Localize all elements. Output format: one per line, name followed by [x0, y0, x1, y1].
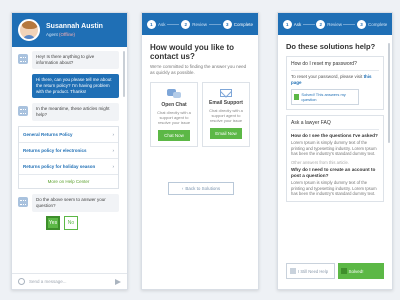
chat-now-button[interactable]: Chat Now — [158, 130, 190, 141]
message-input[interactable]: Send a message... — [29, 279, 111, 284]
progress-steps: 1 Ask 2 Review 3 Complete — [278, 13, 392, 35]
message-text: Do the above seem to answer your questio… — [32, 194, 119, 212]
faq-question[interactable]: How do I see the questions I've asked? — [291, 133, 379, 139]
article-link[interactable]: Returns policy for electronics › — [19, 143, 118, 159]
thumbs-down-icon — [290, 268, 296, 274]
progress-steps: 1 Ask 2 Review 3 Complete — [142, 13, 258, 35]
faq-question[interactable]: Why do I need to create an account to po… — [291, 167, 379, 179]
solution-question: How do I reset my password? — [291, 61, 379, 71]
faq-answer: Lorem Ipsum is simply dummy text of the … — [291, 140, 377, 156]
article-link[interactable]: General Returns Policy › — [19, 127, 118, 143]
step-review: 2 Review — [181, 19, 207, 29]
step-complete: 3 Complete — [222, 19, 253, 29]
solutions-body: Do these solutions help? How do I reset … — [278, 35, 392, 202]
step-ask: 1 Ask — [146, 19, 165, 29]
solutions-footer: I Still Need Help Solved! — [286, 263, 384, 279]
email-now-button[interactable]: Email Now — [210, 128, 242, 139]
bot-icon — [18, 197, 28, 207]
agent-name: Susannah Austin — [46, 23, 103, 30]
solution-answer: To reset your password, please visit thi… — [291, 74, 372, 85]
mail-icon — [220, 89, 232, 97]
step-connector — [302, 23, 315, 25]
chat-panel: Susannah Austin Agent (Offline) Hey! Is … — [11, 12, 128, 290]
step-ask: 1 Ask — [282, 19, 301, 29]
email-support-option: Email Support Chat directly with a suppo… — [202, 82, 250, 147]
user-message: Hi there, can you please tell me about t… — [32, 74, 119, 98]
emoji-icon[interactable] — [18, 278, 25, 285]
chevron-right-icon: › — [112, 164, 115, 169]
bot-icon — [18, 106, 28, 116]
article-links: General Returns Policy › Returns policy f… — [18, 126, 119, 189]
contact-panel: 1 Ask 2 Review 3 Complete How would you lik… — [141, 12, 259, 290]
contact-body: How would you like to contact us? We're … — [142, 35, 258, 155]
faq-other-answers: Other answers from this article. — [291, 159, 349, 165]
agent-status: (Offline) — [59, 32, 75, 37]
contact-options: Open Chat Chat directly with a support a… — [150, 82, 250, 147]
message-text: Hey! Is there anything to give informati… — [32, 51, 119, 69]
chevron-right-icon: › — [112, 132, 115, 137]
contact-title: How would you like to contact us? — [150, 43, 234, 61]
message-text: In the meantime, these articles might he… — [32, 103, 119, 121]
no-button[interactable]: No — [64, 216, 78, 230]
chat-scrollbar[interactable] — [123, 51, 125, 97]
solution-card: How do I reset my password? To reset you… — [286, 56, 384, 110]
still-need-help-button[interactable]: I Still Need Help — [286, 263, 335, 279]
answer-buttons: Yes No — [46, 216, 119, 230]
step-review: 2 Review — [316, 19, 342, 29]
avatar — [18, 19, 40, 41]
bot-icon — [18, 54, 28, 64]
faq-card: Ask a lawyer FAQ How do I see the questi… — [286, 115, 384, 202]
article-link[interactable]: Returns policy for holiday season › — [19, 159, 118, 175]
chat-body: Hey! Is there anything to give informati… — [12, 47, 127, 273]
thumbs-up-icon — [340, 268, 347, 274]
step-connector — [167, 23, 180, 25]
step-connector — [343, 23, 356, 25]
step-complete: 3 Complete — [356, 19, 387, 29]
faq-title: Ask a lawyer FAQ — [291, 120, 379, 130]
chat-input-bar: Send a message... — [12, 273, 127, 289]
bot-message: In the meantime, these articles might he… — [18, 103, 119, 121]
more-help-center-link[interactable]: More on Help Center — [19, 175, 118, 188]
solutions-title: Do these solutions help? — [286, 42, 376, 51]
solutions-panel: 1 Ask 2 Review 3 Complete Do these solution… — [277, 12, 393, 290]
step-connector — [208, 23, 221, 25]
yes-button[interactable]: Yes — [46, 216, 60, 230]
open-chat-option: Open Chat Chat directly with a support a… — [150, 82, 198, 147]
faq-answer: Lorem Ipsum is simply dummy text of the … — [291, 180, 377, 196]
thumbs-up-icon — [294, 94, 300, 100]
back-to-solutions-button[interactable]: ‹ Back to Solutions — [168, 182, 234, 195]
solutions-scrollbar[interactable] — [388, 43, 390, 143]
chevron-right-icon: › — [112, 148, 115, 153]
bot-message: Hey! Is there anything to give informati… — [18, 51, 119, 69]
solved-button[interactable]: Solved! — [337, 263, 384, 279]
solved-tag[interactable]: Solved! This answers my question — [291, 89, 359, 105]
chat-header: Susannah Austin Agent (Offline) — [12, 13, 127, 47]
send-icon[interactable] — [115, 278, 121, 285]
bot-message: Do the above seem to answer your questio… — [18, 194, 119, 212]
agent-role: Agent (Offline) — [46, 32, 75, 37]
chat-icon — [167, 89, 181, 99]
contact-subtitle: We're committed to finding the answer yo… — [150, 64, 247, 75]
